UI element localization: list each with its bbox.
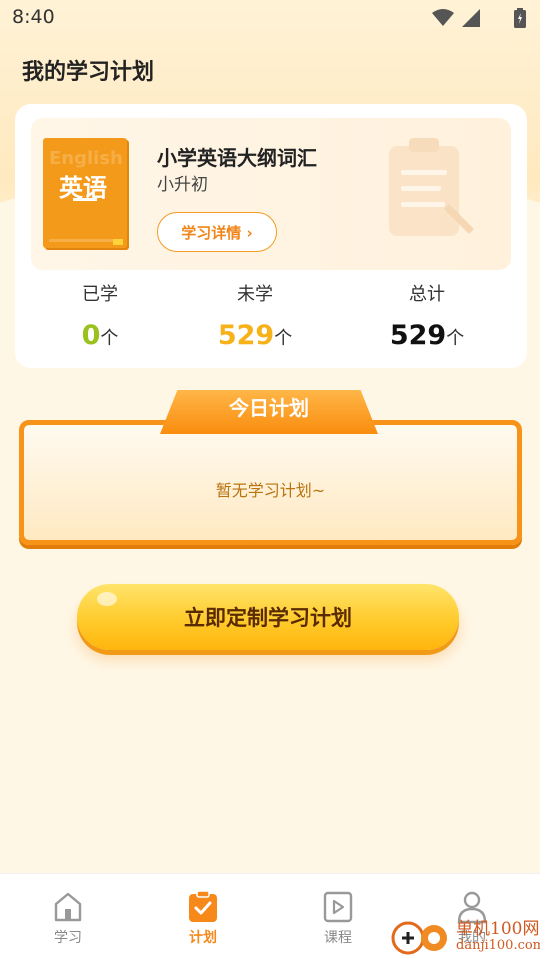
watermark-logo-icon [391,921,447,955]
status-icons [432,8,526,28]
stat-value-row: 0个 [40,320,160,351]
study-stats: 已学 0个 未学 529个 总计 529个 [15,280,527,360]
book-cover-image: English 英语 [43,138,127,248]
today-plan-title: 今日计划 [229,396,309,420]
site-watermark: 单机100网 danji100.com [390,912,540,960]
book-panel[interactable]: English 英语 小学英语大纲词汇 小升初 学习详情 › [31,118,511,270]
stat-value-row: 529个 [195,320,315,351]
battery-icon [514,8,526,28]
stat-value: 529 [217,320,275,351]
tab-label: 计划 [189,930,217,946]
stat-value-row: 529个 [367,320,487,351]
tab-study[interactable]: 学习 [28,890,108,947]
book-cover-bottom [49,239,121,242]
stat-label: 未学 [237,284,273,305]
stat-total: 总计 529个 [367,280,487,351]
create-study-plan-button[interactable]: 立即定制学习计划 [77,584,459,650]
stat-unit: 个 [100,328,119,349]
book-subtitle: 小升初 [157,175,208,195]
tab-label: 学习 [54,930,82,946]
play-icon [323,891,353,923]
tab-course[interactable]: 课程 [298,890,378,947]
stat-value: 0 [81,320,101,351]
today-plan-box: 暂无学习计划~ [19,420,522,545]
book-cover-watermark: English [49,148,123,169]
tab-label: 课程 [324,930,352,946]
home-icon [54,892,82,922]
page-title: 我的学习计划 [22,60,155,85]
check-clipboard-icon [189,890,217,922]
today-plan-empty-text: 暂无学习计划~ [215,481,326,500]
stat-learned: 已学 0个 [40,280,160,351]
tab-plan[interactable]: 计划 [163,890,243,947]
plan-card: English 英语 小学英语大纲词汇 小升初 学习详情 › 已学 0个 未学 … [15,104,527,368]
status-bar: 8:40 [0,0,540,36]
stat-label: 已学 [82,284,118,305]
clipboard-decoration-icon [389,138,474,236]
wifi-icon [432,9,454,26]
book-title: 小学英语大纲词汇 [157,146,317,170]
signal-icon [462,9,480,27]
study-detail-button[interactable]: 学习详情 › [157,212,277,252]
stat-value: 529 [389,320,447,351]
book-cover-dot [113,239,123,245]
watermark-url: danji100.com [456,938,540,953]
status-time: 8:40 [12,6,55,28]
stat-unit: 个 [446,328,465,349]
stat-unlearned: 未学 529个 [195,280,315,351]
stat-label: 总计 [409,284,445,305]
watermark-text: 单机100网 [456,919,540,939]
stat-unit: 个 [274,328,293,349]
book-cover-line [73,198,97,201]
